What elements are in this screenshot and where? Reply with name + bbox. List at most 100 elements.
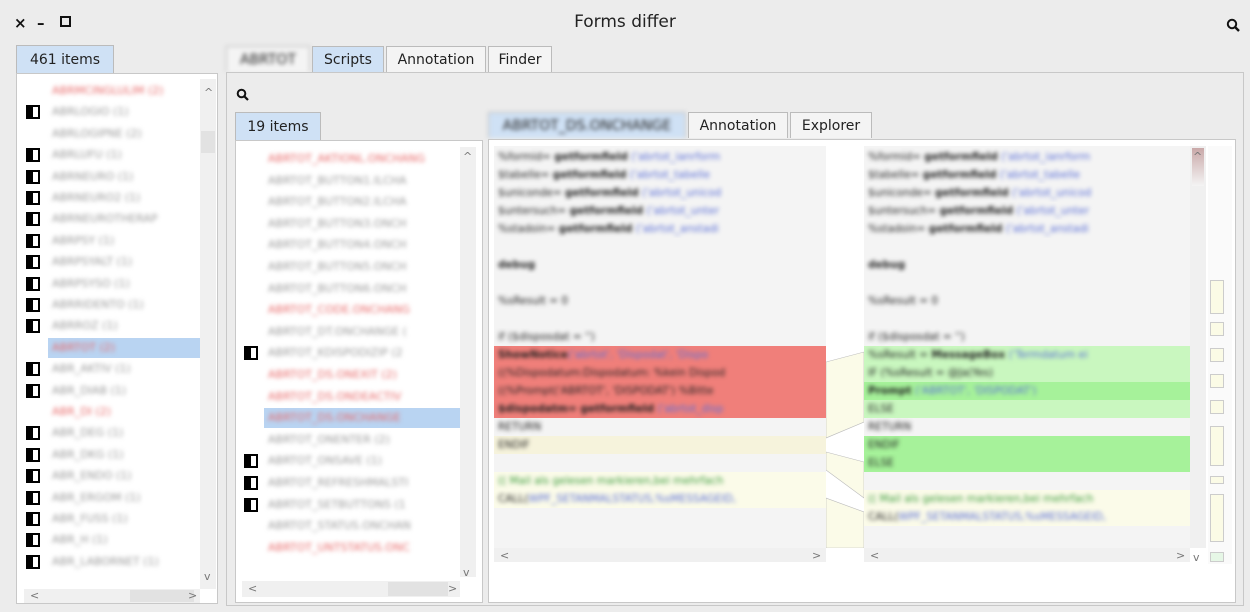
code-line[interactable]: $dispodatm= getformfield ('abrtot_disp bbox=[494, 400, 826, 418]
code-line[interactable]: RETURN bbox=[864, 418, 1190, 436]
scroll-left-icon[interactable]: < bbox=[500, 549, 509, 562]
scroll-down-icon[interactable]: v bbox=[1193, 551, 1200, 564]
code-line[interactable] bbox=[494, 274, 826, 292]
list-item[interactable]: ABRRIDENTO (1) bbox=[52, 295, 200, 315]
scroll-left-icon[interactable]: < bbox=[30, 589, 39, 602]
list-item[interactable]: ABRTOT (2) bbox=[52, 338, 200, 358]
list-item[interactable]: ABRTOT_ONENTER (2) bbox=[268, 430, 460, 450]
code-line[interactable]: $tabelle= getformfield ('abrtot_tabelle bbox=[864, 166, 1190, 184]
tab-items-count[interactable]: 461 items bbox=[16, 45, 114, 73]
list-item[interactable]: ABRLOGIO (1) bbox=[52, 102, 200, 122]
tab-annotation[interactable]: Annotation bbox=[386, 46, 486, 72]
code-line[interactable]: if ($disposdat = '') bbox=[494, 328, 826, 346]
list-item[interactable]: ABRTOT_ONSAVE (1) bbox=[268, 451, 460, 471]
scroll-right-icon[interactable]: > bbox=[812, 549, 821, 562]
list-item[interactable]: ABRPSYSO (1) bbox=[52, 274, 200, 294]
code-line[interactable]: %stadoin= getformfield ('abrtot_anstadi bbox=[494, 220, 826, 238]
list-item[interactable]: ABRTOT_DS.ONCHANGE bbox=[268, 408, 460, 428]
list-item[interactable]: ABRTOT_BUTTON3.ONCH bbox=[268, 214, 460, 234]
list-item[interactable]: ABRNEUROTHERAP bbox=[52, 209, 200, 229]
code-line[interactable]: RETURN bbox=[494, 418, 826, 436]
change-marker[interactable] bbox=[1210, 426, 1224, 466]
list-item[interactable]: ABRTOT_STATUS.ONCHAN bbox=[268, 516, 460, 536]
change-marker[interactable] bbox=[1210, 552, 1224, 562]
code-line[interactable]: ((%Dispodatum:Dispodatum: %kein Dispod bbox=[494, 364, 826, 382]
tab-diff-annotation[interactable]: Annotation bbox=[688, 112, 788, 138]
code-line[interactable]: %sResult = MessageBox ('Termdatum ei bbox=[864, 346, 1190, 364]
code-line[interactable]: $uniconde= getformfield ('abrtot_unicod bbox=[494, 184, 826, 202]
list-item[interactable]: ABRTOT_REFRESHMALSTI bbox=[268, 473, 460, 493]
list-item[interactable]: ABRLOGIPNE (2) bbox=[52, 124, 200, 144]
code-line[interactable]: ((%Prompt('ABRTOT', 'DISPODAT') %Bitte bbox=[494, 382, 826, 400]
tab-abrtot[interactable]: ABRTOT bbox=[226, 46, 310, 72]
diff-right-vscrollbar[interactable] bbox=[1190, 146, 1206, 548]
code-line[interactable]: $untersuch= getformfield ('abrtot_unter bbox=[494, 202, 826, 220]
list-item[interactable]: ABR_DEG (1) bbox=[52, 423, 200, 443]
list-item[interactable]: ABR_ERGOM (1) bbox=[52, 488, 200, 508]
list-item[interactable]: ABR_ENDO (1) bbox=[52, 466, 200, 486]
code-line[interactable] bbox=[864, 274, 1190, 292]
scripts-hscroll-thumb[interactable] bbox=[388, 582, 448, 596]
code-line[interactable] bbox=[864, 472, 1190, 490]
code-line[interactable]: debug bbox=[494, 256, 826, 274]
scripts-vertical-scrollbar[interactable] bbox=[460, 147, 476, 577]
code-line[interactable]: ELSE bbox=[864, 454, 1190, 472]
list-item[interactable]: ABRPSYALT (1) bbox=[52, 252, 200, 272]
code-line[interactable]: ENDIF bbox=[494, 436, 826, 454]
list-item[interactable]: ABRNEURO2 (1) bbox=[52, 188, 200, 208]
list-item[interactable]: ABRTOT_BUTTON4.ONCH bbox=[268, 235, 460, 255]
scripts-list[interactable]: ABRTOT_AKTIONL.ONCHANG ABRTOT_BUTTON1.ILC… bbox=[242, 147, 460, 577]
scroll-up-icon[interactable]: ^ bbox=[204, 86, 213, 99]
scroll-left-icon[interactable]: < bbox=[870, 549, 879, 562]
tab-script-name[interactable]: ABRTOT_DS.ONCHANGE bbox=[488, 112, 686, 138]
change-marker[interactable] bbox=[1210, 476, 1224, 484]
scroll-left-icon[interactable]: < bbox=[248, 582, 257, 595]
tab-finder[interactable]: Finder bbox=[488, 46, 552, 72]
list-item[interactable]: ABRTOT_DT.ONCHANGE ( bbox=[268, 322, 460, 342]
code-line[interactable]: Prompt ('ABRTOT', 'DISPODAT') bbox=[864, 382, 1190, 400]
code-line[interactable]: %formid= getformfield ('abrtot_ianrform bbox=[494, 148, 826, 166]
list-item[interactable]: ABRNEURO (1) bbox=[52, 167, 200, 187]
code-line[interactable]: %sResult = 0 bbox=[864, 292, 1190, 310]
tab-scripts[interactable]: Scripts bbox=[312, 46, 384, 72]
code-line[interactable]: $uniconde= getformfield ('abrtot_unicod bbox=[864, 184, 1190, 202]
code-line[interactable]: %sResult = 0 bbox=[494, 292, 826, 310]
list-item[interactable]: ABR_H (1) bbox=[52, 530, 200, 550]
tab-explorer[interactable]: Explorer bbox=[790, 112, 872, 138]
list-item[interactable]: ABRTOT_SETBUTTONS (1 bbox=[268, 495, 460, 515]
change-marker[interactable] bbox=[1210, 280, 1224, 314]
code-line[interactable]: IF (%sResult = @Ja(Yes) bbox=[864, 364, 1190, 382]
code-line[interactable]: CALL(WPF_SETANMALSTATUS,%sMESSAGEID, bbox=[494, 490, 826, 508]
code-line[interactable]: (( Mail als gelesen markieren,bei mehrfa… bbox=[864, 490, 1190, 508]
list-item[interactable]: ABRTOT_BUTTON2.ILCHA bbox=[268, 192, 460, 212]
change-marker[interactable] bbox=[1210, 400, 1224, 414]
scroll-right-icon[interactable]: > bbox=[1176, 549, 1185, 562]
list-item[interactable]: ABRROZ (1) bbox=[52, 316, 200, 336]
list-item[interactable]: ABRMCINGLULIM (2) bbox=[52, 81, 200, 101]
list-item[interactable]: ABRTOT_BUTTON6.ONCH bbox=[268, 279, 460, 299]
list-item[interactable]: ABR_DI (2) bbox=[52, 402, 200, 422]
code-line[interactable]: if ($disposdat = '') bbox=[864, 328, 1190, 346]
code-line[interactable]: ENDIF bbox=[864, 436, 1190, 454]
left-items-list[interactable]: ABRMCINGLULIM (2) ABRLOGIO (1) ABRLOGIPNE … bbox=[24, 79, 200, 589]
change-marker[interactable] bbox=[1210, 322, 1224, 336]
scroll-up-icon[interactable]: ^ bbox=[1193, 150, 1202, 163]
diff-left-hscrollbar[interactable] bbox=[494, 548, 826, 562]
code-line[interactable]: (( Mail als gelesen markieren,bei mehrfa… bbox=[494, 472, 826, 490]
list-item[interactable]: ABRTOT_UNTSTATUS.ONC bbox=[268, 538, 460, 558]
list-item[interactable]: ABRTOT_AKTIONL.ONCHANG bbox=[268, 149, 460, 169]
change-marker[interactable] bbox=[1210, 494, 1224, 542]
code-line[interactable]: CALL(WPF_SETANMALSTATUS,%sMESSAGEID, bbox=[864, 508, 1190, 526]
scroll-right-icon[interactable]: > bbox=[448, 582, 457, 595]
code-line[interactable]: debug bbox=[864, 256, 1190, 274]
list-item[interactable]: ABR_LABORNET (1) bbox=[52, 552, 200, 572]
code-line[interactable] bbox=[494, 238, 826, 256]
code-line[interactable]: $tabelle= getformfield ('abrtot_tabelle bbox=[494, 166, 826, 184]
diff-left-editor[interactable]: %formid= getformfield ('abrtot_ianrform $… bbox=[494, 146, 826, 548]
list-item[interactable]: ABRTOT_BUTTON1.ILCHA bbox=[268, 171, 460, 191]
list-item[interactable]: ABRTOT_DS.ONDEACTIV bbox=[268, 387, 460, 407]
list-item[interactable]: ABR_DKG (1) bbox=[52, 445, 200, 465]
code-line[interactable] bbox=[864, 238, 1190, 256]
code-line[interactable]: %formid= getformfield ('abrtot_ianrform bbox=[864, 148, 1190, 166]
list-item[interactable]: ABRTOT_CODE.ONCHANG bbox=[268, 300, 460, 320]
